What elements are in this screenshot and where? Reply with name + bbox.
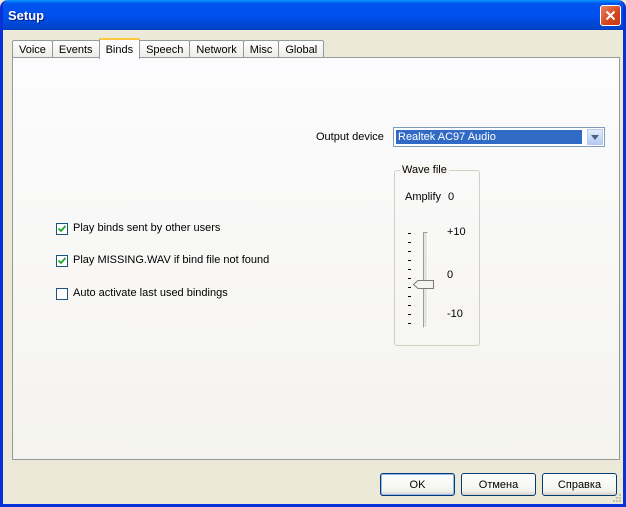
slider-thumb[interactable]	[413, 280, 434, 289]
slider-tick	[408, 278, 411, 279]
checkmark-icon	[58, 225, 66, 233]
scale-bottom-label: -10	[447, 308, 463, 320]
tab-binds[interactable]: Binds	[98, 38, 141, 59]
dropdown-button[interactable]	[587, 129, 603, 145]
missing-wav-label: Play MISSING.WAV if bind file not found	[73, 254, 270, 266]
tab-strip: Voice Events Binds Speech Network Misc G…	[12, 38, 325, 59]
output-device-label: Output device	[316, 131, 384, 143]
slider-tick	[408, 287, 411, 288]
tab-global[interactable]: Global	[278, 40, 325, 58]
chevron-down-icon	[591, 134, 599, 140]
scale-top-label: +10	[447, 226, 466, 238]
slider-tick	[408, 242, 411, 243]
slider-tick	[408, 296, 411, 297]
binds-panel: Output device Realtek AC97 Audio Wave fi…	[12, 57, 620, 460]
close-button[interactable]	[600, 5, 621, 26]
slider-tick	[408, 314, 411, 315]
amplify-label: Amplify	[405, 191, 442, 203]
output-device-value: Realtek AC97 Audio	[396, 130, 582, 144]
scale-mid-label: 0	[447, 269, 454, 281]
slider-tick	[408, 233, 411, 234]
help-button[interactable]: Справка	[542, 473, 617, 496]
setup-window: Setup Voice Events Binds Speech Network …	[0, 0, 626, 507]
missing-wav-checkbox[interactable]	[56, 255, 68, 267]
window-title: Setup	[8, 8, 45, 23]
slider-tick	[408, 251, 411, 252]
play-binds-checkbox[interactable]	[56, 223, 68, 235]
cancel-button[interactable]: Отмена	[461, 473, 536, 496]
tab-voice[interactable]: Voice	[12, 40, 53, 58]
slider-tick	[408, 269, 411, 270]
tab-network[interactable]: Network	[189, 40, 244, 58]
tab-events[interactable]: Events	[51, 40, 100, 58]
play-binds-label: Play binds sent by other users	[73, 222, 221, 234]
amplify-value: 0	[448, 191, 455, 203]
auto-activate-checkbox[interactable]	[56, 288, 68, 300]
resize-grip-icon[interactable]	[610, 491, 622, 503]
ok-button[interactable]: OK	[380, 473, 455, 496]
title-bar[interactable]: Setup	[3, 0, 623, 30]
close-icon	[605, 10, 616, 21]
checkmark-icon	[58, 257, 66, 265]
auto-activate-label: Auto activate last used bindings	[73, 287, 228, 299]
output-device-select[interactable]: Realtek AC97 Audio	[393, 127, 605, 147]
wave-file-title: Wave file	[400, 164, 449, 176]
slider-tick	[408, 260, 411, 261]
slider-tick	[408, 323, 411, 324]
tab-speech[interactable]: Speech	[139, 40, 191, 58]
tab-misc[interactable]: Misc	[242, 40, 280, 58]
slider-tick	[408, 305, 411, 306]
wave-file-group: Wave file Amplify 0 +10 0 -10	[394, 164, 480, 346]
